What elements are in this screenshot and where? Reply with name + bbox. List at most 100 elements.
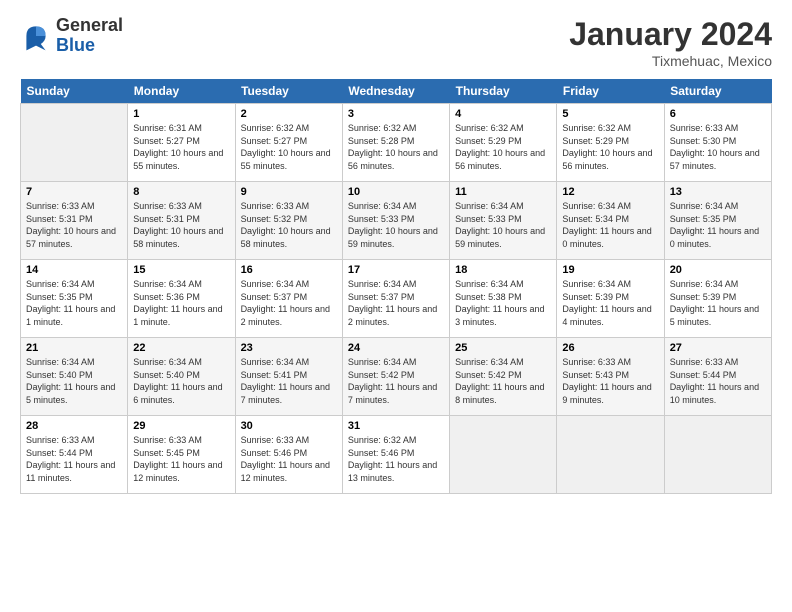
day-number: 11 [455,186,551,198]
day-detail: Sunrise: 6:34 AMSunset: 5:34 PMDaylight:… [562,200,658,250]
day-number: 8 [133,186,229,198]
day-number: 26 [562,342,658,354]
calendar-cell: 21 Sunrise: 6:34 AMSunset: 5:40 PMDayligh… [21,338,128,416]
day-detail: Sunrise: 6:34 AMSunset: 5:37 PMDaylight:… [241,278,337,328]
calendar-cell: 29Sunrise: 6:33 AMSunset: 5:45 PMDayligh… [128,416,235,494]
col-header-monday: Monday [128,79,235,104]
day-detail: Sunrise: 6:33 AMSunset: 5:43 PMDaylight:… [562,356,658,406]
title-month: January 2024 [569,16,772,53]
page: General Blue January 2024 Tixmehuac, Mex… [0,0,792,504]
calendar-cell: 3 Sunrise: 6:32 AMSunset: 5:28 PMDaylight… [342,104,449,182]
day-number: 24 [348,342,444,354]
calendar-cell: 30 Sunrise: 6:33 AMSunset: 5:46 PMDayligh… [235,416,342,494]
calendar-cell: 4 Sunrise: 6:32 AMSunset: 5:29 PMDaylight… [450,104,557,182]
day-detail: Sunrise: 6:33 AMSunset: 5:45 PMDaylight:… [133,434,229,484]
day-detail: Sunrise: 6:34 AMSunset: 5:40 PMDaylight:… [133,356,229,406]
calendar-cell: 23 Sunrise: 6:34 AMSunset: 5:41 PMDayligh… [235,338,342,416]
title-location: Tixmehuac, Mexico [569,53,772,69]
day-detail: Sunrise: 6:33 AMSunset: 5:44 PMDaylight:… [26,434,122,484]
calendar-cell: 22 Sunrise: 6:34 AMSunset: 5:40 PMDayligh… [128,338,235,416]
day-detail: Sunrise: 6:32 AMSunset: 5:27 PMDaylight:… [241,122,337,172]
calendar-cell: 17 Sunrise: 6:34 AMSunset: 5:37 PMDayligh… [342,260,449,338]
calendar-cell: 2 Sunrise: 6:32 AMSunset: 5:27 PMDaylight… [235,104,342,182]
header: General Blue January 2024 Tixmehuac, Mex… [20,16,772,69]
day-number: 2 [241,108,337,120]
day-detail: Sunrise: 6:34 AMSunset: 5:39 PMDaylight:… [670,278,766,328]
day-number: 3 [348,108,444,120]
calendar-cell: 16 Sunrise: 6:34 AMSunset: 5:37 PMDayligh… [235,260,342,338]
day-number: 17 [348,264,444,276]
day-number: 5 [562,108,658,120]
day-detail: Sunrise: 6:34 AMSunset: 5:36 PMDaylight:… [133,278,229,328]
day-detail: Sunrise: 6:34 AMSunset: 5:35 PMDaylight:… [670,200,766,250]
day-detail: Sunrise: 6:33 AMSunset: 5:44 PMDaylight:… [670,356,766,406]
calendar-cell [664,416,771,494]
col-header-thursday: Thursday [450,79,557,104]
calendar-cell: 31 Sunrise: 6:32 AMSunset: 5:46 PMDayligh… [342,416,449,494]
day-detail: Sunrise: 6:34 AMSunset: 5:42 PMDaylight:… [455,356,551,406]
calendar-cell: 5 Sunrise: 6:32 AMSunset: 5:29 PMDaylight… [557,104,664,182]
calendar-cell [21,104,128,182]
day-detail: Sunrise: 6:32 AMSunset: 5:29 PMDaylight:… [455,122,551,172]
calendar-cell: 6Sunrise: 6:33 AMSunset: 5:30 PMDaylight… [664,104,771,182]
day-number: 13 [670,186,766,198]
calendar-cell: 28 Sunrise: 6:33 AMSunset: 5:44 PMDayligh… [21,416,128,494]
day-detail: Sunrise: 6:34 AMSunset: 5:38 PMDaylight:… [455,278,551,328]
day-detail: Sunrise: 6:34 AMSunset: 5:41 PMDaylight:… [241,356,337,406]
day-number: 14 [26,264,122,276]
day-detail: Sunrise: 6:33 AMSunset: 5:46 PMDaylight:… [241,434,337,484]
day-number: 4 [455,108,551,120]
day-number: 27 [670,342,766,354]
day-detail: Sunrise: 6:32 AMSunset: 5:46 PMDaylight:… [348,434,444,484]
day-number: 1 [133,108,229,120]
day-number: 22 [133,342,229,354]
col-header-saturday: Saturday [664,79,771,104]
col-header-wednesday: Wednesday [342,79,449,104]
day-number: 18 [455,264,551,276]
calendar-cell: 11Sunrise: 6:34 AMSunset: 5:33 PMDayligh… [450,182,557,260]
day-number: 19 [562,264,658,276]
logo: General Blue [20,16,123,56]
day-detail: Sunrise: 6:33 AMSunset: 5:32 PMDaylight:… [241,200,337,250]
day-detail: Sunrise: 6:31 AMSunset: 5:27 PMDaylight:… [133,122,229,172]
calendar-cell: 26 Sunrise: 6:33 AMSunset: 5:43 PMDayligh… [557,338,664,416]
day-number: 21 [26,342,122,354]
day-detail: Sunrise: 6:32 AMSunset: 5:28 PMDaylight:… [348,122,444,172]
day-detail: Sunrise: 6:33 AMSunset: 5:31 PMDaylight:… [133,200,229,250]
logo-text: General Blue [56,16,123,56]
day-detail: Sunrise: 6:34 AMSunset: 5:35 PMDaylight:… [26,278,122,328]
calendar-cell: 10Sunrise: 6:34 AMSunset: 5:33 PMDayligh… [342,182,449,260]
day-detail: Sunrise: 6:34 AMSunset: 5:37 PMDaylight:… [348,278,444,328]
calendar-table: SundayMondayTuesdayWednesdayThursdayFrid… [20,79,772,494]
calendar-cell: 15Sunrise: 6:34 AMSunset: 5:36 PMDayligh… [128,260,235,338]
calendar-cell: 27 Sunrise: 6:33 AMSunset: 5:44 PMDayligh… [664,338,771,416]
calendar-cell [557,416,664,494]
day-number: 6 [670,108,766,120]
day-number: 20 [670,264,766,276]
col-header-tuesday: Tuesday [235,79,342,104]
day-detail: Sunrise: 6:34 AMSunset: 5:33 PMDaylight:… [348,200,444,250]
calendar-cell: 1 Sunrise: 6:31 AMSunset: 5:27 PMDaylight… [128,104,235,182]
calendar-cell: 9 Sunrise: 6:33 AMSunset: 5:32 PMDaylight… [235,182,342,260]
day-detail: Sunrise: 6:32 AMSunset: 5:29 PMDaylight:… [562,122,658,172]
calendar-cell [450,416,557,494]
calendar-cell: 25 Sunrise: 6:34 AMSunset: 5:42 PMDayligh… [450,338,557,416]
day-detail: Sunrise: 6:34 AMSunset: 5:42 PMDaylight:… [348,356,444,406]
day-number: 9 [241,186,337,198]
calendar-cell: 13 Sunrise: 6:34 AMSunset: 5:35 PMDayligh… [664,182,771,260]
day-number: 31 [348,420,444,432]
calendar-cell: 20 Sunrise: 6:34 AMSunset: 5:39 PMDayligh… [664,260,771,338]
calendar-cell: 12Sunrise: 6:34 AMSunset: 5:34 PMDayligh… [557,182,664,260]
day-number: 16 [241,264,337,276]
day-number: 30 [241,420,337,432]
col-header-sunday: Sunday [21,79,128,104]
col-header-friday: Friday [557,79,664,104]
calendar-cell: 14 Sunrise: 6:34 AMSunset: 5:35 PMDayligh… [21,260,128,338]
day-number: 25 [455,342,551,354]
day-detail: Sunrise: 6:34 AMSunset: 5:40 PMDaylight:… [26,356,122,406]
calendar-cell: 18 Sunrise: 6:34 AMSunset: 5:38 PMDayligh… [450,260,557,338]
day-number: 23 [241,342,337,354]
calendar-cell: 7Sunrise: 6:33 AMSunset: 5:31 PMDaylight… [21,182,128,260]
day-number: 28 [26,420,122,432]
calendar-cell: 24 Sunrise: 6:34 AMSunset: 5:42 PMDayligh… [342,338,449,416]
